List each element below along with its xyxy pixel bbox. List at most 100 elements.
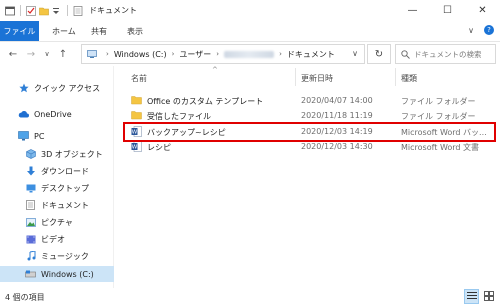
maximize-button[interactable]: ☐ [430,0,465,21]
window-title: ドキュメント [89,6,137,15]
cube-icon [25,149,36,160]
title-divider [67,5,68,16]
chevron-right-icon: › [216,50,220,58]
recent-locations-button[interactable]: ∨ [40,46,54,62]
tab-share[interactable]: 共有 [91,21,107,41]
address-dropdown-button[interactable]: ∨ [352,49,358,58]
quick-access-divider [20,5,21,16]
file-date: 2020/12/03 14:30 [301,142,373,151]
forward-button[interactable]: → [24,46,38,62]
explorer-window-icon[interactable] [5,6,15,16]
column-header-row: ^ 名前 更新日時 種類 [115,66,500,88]
file-name: バックアップ~レシピ [147,128,226,137]
table-row[interactable]: 受信したファイル 2020/11/18 11:19 ファイル フォルダー [115,108,500,123]
back-button[interactable]: ← [6,46,20,62]
breadcrumb-documents[interactable]: ドキュメント [287,49,335,60]
details-view-button[interactable] [464,289,479,304]
navigation-pane: クイック アクセス OneDrive PC 3D オブジェクト ダウンロード デ… [0,66,114,288]
file-name: レシピ [147,143,171,152]
chevron-right-icon: › [171,50,175,58]
properties-check-icon[interactable] [26,6,36,16]
sidebar-item-documents[interactable]: ドキュメント [0,197,114,213]
svg-text:W: W [132,145,138,151]
star-icon [18,83,29,94]
chevron-right-icon: › [279,50,282,58]
sidebar-item-label: PC [34,131,45,141]
file-name: Office のカスタム テンプレート [147,97,264,106]
minimize-button[interactable]: — [395,0,430,21]
file-date: 2020/04/07 14:00 [301,96,373,105]
sidebar-item-label: Windows (C:) [41,269,94,279]
column-header-date[interactable]: 更新日時 [301,73,333,84]
navigation-bar: ← → ∨ ↑ › Windows (C:) › ユーザー › › ドキュメント… [0,42,500,66]
sidebar-item-label: ミュージック [41,251,89,261]
sort-ascending-icon: ^ [212,66,218,74]
file-type: ファイル フォルダー [401,97,476,106]
video-icon [25,234,36,245]
file-name: 受信したファイル [147,112,211,121]
title-bar: ドキュメント — ☐ ✕ [0,0,500,21]
word-document-icon: W [131,126,142,137]
picture-icon [25,217,36,228]
download-icon [25,166,36,177]
column-divider[interactable] [295,68,296,86]
sidebar-item-quick-access[interactable]: クイック アクセス [0,80,114,96]
help-button[interactable]: ? [484,25,494,35]
column-divider[interactable] [395,68,396,86]
refresh-button[interactable]: ↻ [367,44,391,64]
table-row[interactable]: Office のカスタム テンプレート 2020/04/07 14:00 ファイ… [115,93,500,108]
ribbon: ファイル ホーム 共有 表示 ∨ ? [0,21,500,42]
sidebar-item-onedrive[interactable]: OneDrive [0,106,114,122]
folder-icon [131,95,142,106]
breadcrumb-username-redacted[interactable] [224,50,275,58]
up-button[interactable]: ↑ [56,46,70,62]
sidebar-item-label: OneDrive [34,109,72,119]
sidebar-item-pc[interactable]: PC [0,128,114,144]
search-icon [401,49,410,59]
address-bar[interactable]: › Windows (C:) › ユーザー › › ドキュメント ∨ [81,44,365,64]
close-button[interactable]: ✕ [465,0,500,21]
chevron-right-icon: › [106,50,109,58]
large-icons-view-icon [483,290,494,303]
sidebar-item-videos[interactable]: ビデオ [0,231,114,247]
breadcrumb-drive[interactable]: Windows (C:) [114,50,167,59]
table-row[interactable]: W バックアップ~レシピ 2020/12/03 14:19 Microsoft … [115,124,500,139]
column-header-type[interactable]: 種類 [401,73,417,84]
monitor-icon [18,131,29,142]
sidebar-item-label: ダウンロード [41,166,89,176]
sidebar-item-3d-objects[interactable]: 3D オブジェクト [0,146,114,162]
word-document-icon: W [131,141,142,152]
search-box[interactable]: ドキュメントの検索 [395,44,496,64]
file-list: ^ 名前 更新日時 種類 Office のカスタム テンプレート 2020/04… [115,66,500,288]
column-header-name[interactable]: 名前 [131,73,147,84]
sidebar-item-windows-c[interactable]: Windows (C:) [0,266,114,282]
sidebar-item-label: デスクトップ [41,183,89,193]
details-view-icon [466,291,477,302]
sidebar-item-label: クイック アクセス [34,83,101,93]
table-row[interactable]: W レシピ 2020/12/03 14:30 Microsoft Word 文書 [115,139,500,154]
sidebar-item-pictures[interactable]: ピクチャ [0,214,114,230]
desktop-icon [25,183,36,194]
folder-icon [131,110,142,121]
tab-home[interactable]: ホーム [52,21,76,41]
tab-file[interactable]: ファイル [0,21,39,41]
search-input[interactable]: ドキュメントの検索 [414,49,482,60]
sidebar-item-label: ピクチャ [41,217,73,227]
sidebar-item-label: ビデオ [41,234,65,244]
file-date: 2020/12/03 14:19 [301,127,373,136]
large-icons-view-button[interactable] [481,289,496,304]
file-type: Microsoft Word バッ... [401,128,487,137]
sidebar-item-music[interactable]: ミュージック [0,248,114,264]
ribbon-collapse-button[interactable]: ∨ [468,26,474,35]
breadcrumb-users[interactable]: ユーザー [179,49,211,60]
help-icon: ? [487,26,491,34]
status-bar: 4 個の項目 [0,288,500,305]
music-icon [25,251,36,262]
tab-view[interactable]: 表示 [127,21,143,41]
item-count: 4 個の項目 [5,293,45,302]
customize-quick-access-icon[interactable] [52,6,62,15]
sidebar-item-desktop[interactable]: デスクトップ [0,180,114,196]
file-type: Microsoft Word 文書 [401,143,480,152]
sidebar-item-downloads[interactable]: ダウンロード [0,163,114,179]
new-folder-icon[interactable] [39,6,49,16]
